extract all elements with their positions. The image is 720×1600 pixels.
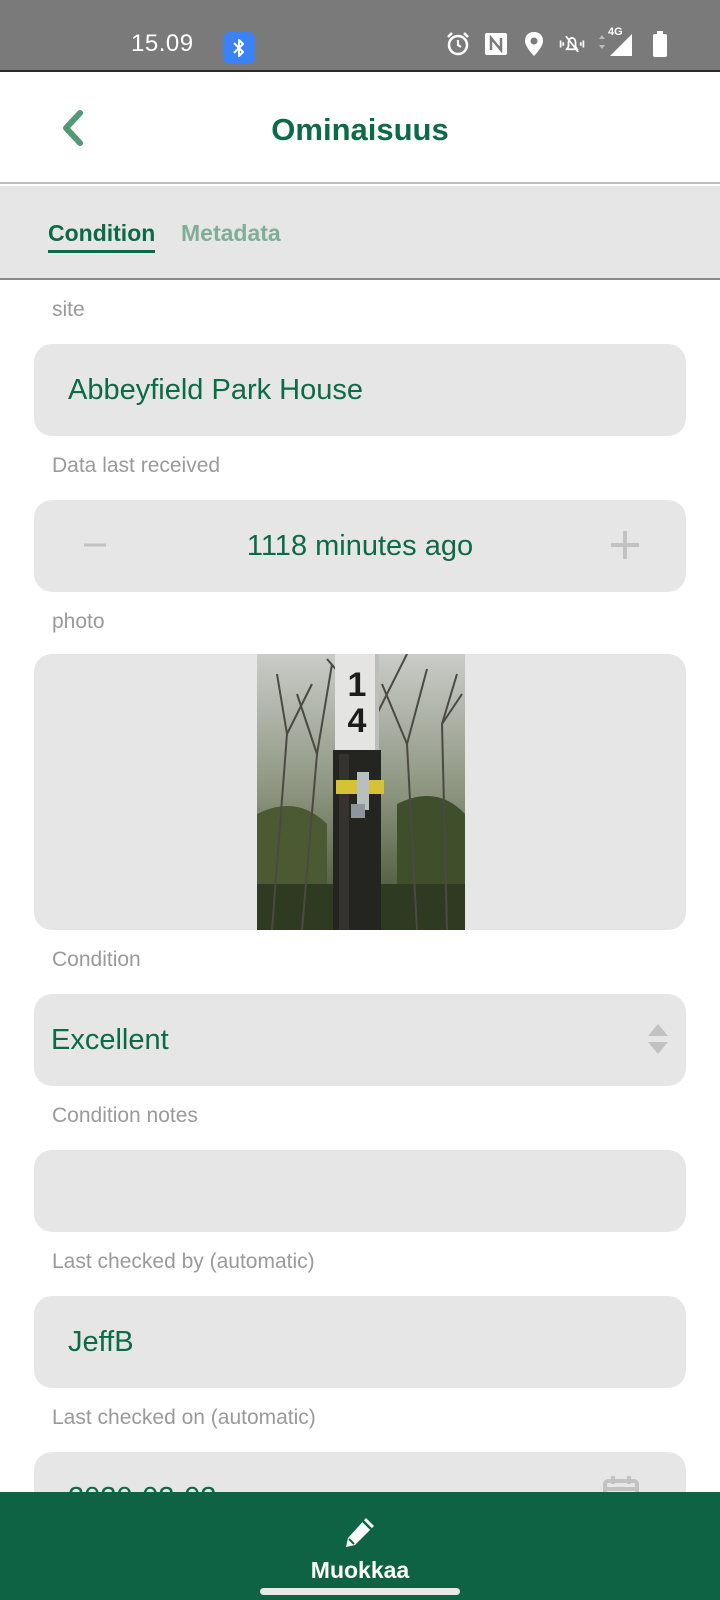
data-last-received-value: 1118 minutes ago <box>246 530 474 562</box>
status-time: 15.09 <box>131 30 194 57</box>
site-value: Abbeyfield Park House <box>68 374 363 406</box>
page-title: Ominaisuus <box>271 112 449 147</box>
form-content[interactable]: site Abbeyfield Park House Data last rec… <box>0 282 720 1492</box>
condition-label: Condition <box>52 948 141 971</box>
data-last-received-label: Data last received <box>52 454 221 477</box>
network-type: 4G <box>608 26 623 38</box>
plus-icon <box>611 531 639 559</box>
home-indicator[interactable] <box>260 1588 460 1595</box>
nfc-icon <box>482 30 510 58</box>
active-tab-indicator <box>48 250 156 253</box>
last-checked-on-value: 2020-02-02 <box>68 1482 216 1492</box>
tab-metadata[interactable]: Metadata <box>181 220 281 247</box>
vibrate-icon <box>558 30 586 58</box>
svg-text:4: 4 <box>348 702 367 740</box>
status-icons: 4G <box>444 26 674 58</box>
condition-select[interactable]: Excellent <box>34 994 686 1086</box>
photo-label: photo <box>52 610 105 633</box>
condition-notes-label: Condition notes <box>52 1104 198 1127</box>
condition-notes-field[interactable] <box>34 1150 686 1232</box>
last-checked-on-label: Last checked on (automatic) <box>52 1406 316 1429</box>
bluetooth-icon <box>223 32 255 64</box>
pencil-icon <box>346 1518 374 1547</box>
edit-button[interactable]: Muokkaa <box>0 1492 720 1600</box>
app-bar: Ominaisuus <box>0 74 720 184</box>
photo-field[interactable]: 1 4 <box>34 654 686 930</box>
tab-condition[interactable]: Condition <box>48 220 156 253</box>
tab-metadata-label: Metadata <box>181 220 281 246</box>
alarm-icon <box>444 30 472 58</box>
location-icon <box>520 30 548 58</box>
tab-condition-label: Condition <box>48 220 156 246</box>
tab-bar: Condition Metadata <box>0 186 720 280</box>
signal-icon: 4G <box>596 26 636 58</box>
status-bar: 15.09 4G <box>0 0 720 72</box>
site-photo[interactable]: 1 4 <box>257 654 465 930</box>
select-arrows-icon <box>648 1024 668 1054</box>
last-checked-by-label: Last checked by (automatic) <box>52 1250 315 1273</box>
calendar-icon <box>603 1476 639 1492</box>
last-checked-on-field[interactable]: 2020-02-02 <box>34 1452 686 1492</box>
site-label: site <box>52 298 85 321</box>
svg-text:1: 1 <box>348 666 367 704</box>
last-checked-by-field[interactable]: JeffB <box>34 1296 686 1388</box>
site-field[interactable]: Abbeyfield Park House <box>34 344 686 436</box>
data-last-received-stepper[interactable]: 1118 minutes ago <box>34 500 686 592</box>
increment-button[interactable] <box>602 522 648 568</box>
condition-value: Excellent <box>51 1024 169 1056</box>
last-checked-by-value: JeffB <box>68 1326 134 1358</box>
battery-icon <box>646 30 674 58</box>
bottom-bar: Muokkaa <box>0 1492 720 1600</box>
edit-button-label: Muokkaa <box>310 1557 410 1583</box>
